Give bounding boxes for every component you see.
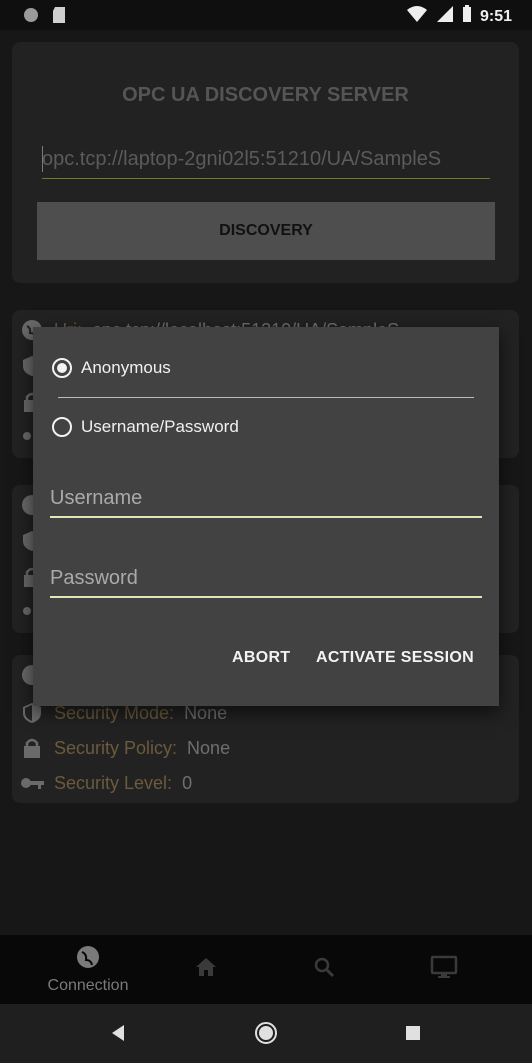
security-policy-value: None [187,737,231,758]
clock: 9:51 [479,7,512,25]
key-icon [20,771,44,795]
globe-icon [75,944,101,975]
search-icon [312,955,336,984]
security-policy-label: Security Policy: [54,737,178,758]
security-level-row: Security Level: 0 [20,771,192,795]
username-input[interactable] [50,480,482,516]
text-cursor [42,146,43,172]
endpoint-url-input[interactable]: opc.tcp://laptop-2gni02l5:51210/UA/Sampl… [42,148,490,179]
bottom-navigation: Connection [0,935,532,1004]
divider [58,397,474,398]
abort-button[interactable]: ABORT [232,649,290,667]
nav-search[interactable] [298,935,350,1004]
password-field[interactable] [50,560,482,598]
discovery-card: OPC UA DISCOVERY SERVER opc.tcp://laptop… [12,42,519,283]
password-input[interactable] [50,560,482,596]
nav-connection[interactable]: Connection [44,935,132,1004]
recents-icon[interactable] [405,1025,421,1046]
security-level-label: Security Level: [54,772,173,793]
discovery-button[interactable]: DISCOVERY [37,202,495,260]
nav-monitor[interactable] [418,935,470,1004]
anonymous-label[interactable]: Anonymous [81,358,171,378]
radio-unchecked-icon[interactable] [52,417,72,437]
radio-username-password[interactable]: Username/Password [52,417,239,437]
nav-home[interactable] [180,935,232,1004]
nav-connection-label: Connection [47,977,129,994]
username-password-label[interactable]: Username/Password [81,417,239,437]
radio-anonymous[interactable]: Anonymous [52,358,171,378]
back-icon[interactable] [110,1024,126,1047]
circle-icon [22,6,40,29]
activate-session-button[interactable]: ACTIVATE SESSION [316,649,474,667]
discovery-title: OPC UA DISCOVERY SERVER [122,84,409,106]
system-navigation-bar [0,1004,532,1063]
monitor-icon [430,954,458,985]
security-level-value: 0 [182,772,193,793]
status-bar: 9:51 [0,0,532,30]
authentication-dialog: Anonymous Username/Password ABORT ACTIVA… [33,327,499,706]
username-field[interactable] [50,480,482,518]
lock-icon [20,736,44,760]
security-policy-row: Security Policy: None [20,736,230,760]
sd-card-icon [52,6,66,29]
radio-checked-icon[interactable] [52,358,72,378]
signal-icon [436,5,454,28]
home-icon [194,955,218,984]
home-button-icon[interactable] [254,1021,278,1050]
wifi-icon [406,5,428,28]
battery-icon [462,5,472,28]
